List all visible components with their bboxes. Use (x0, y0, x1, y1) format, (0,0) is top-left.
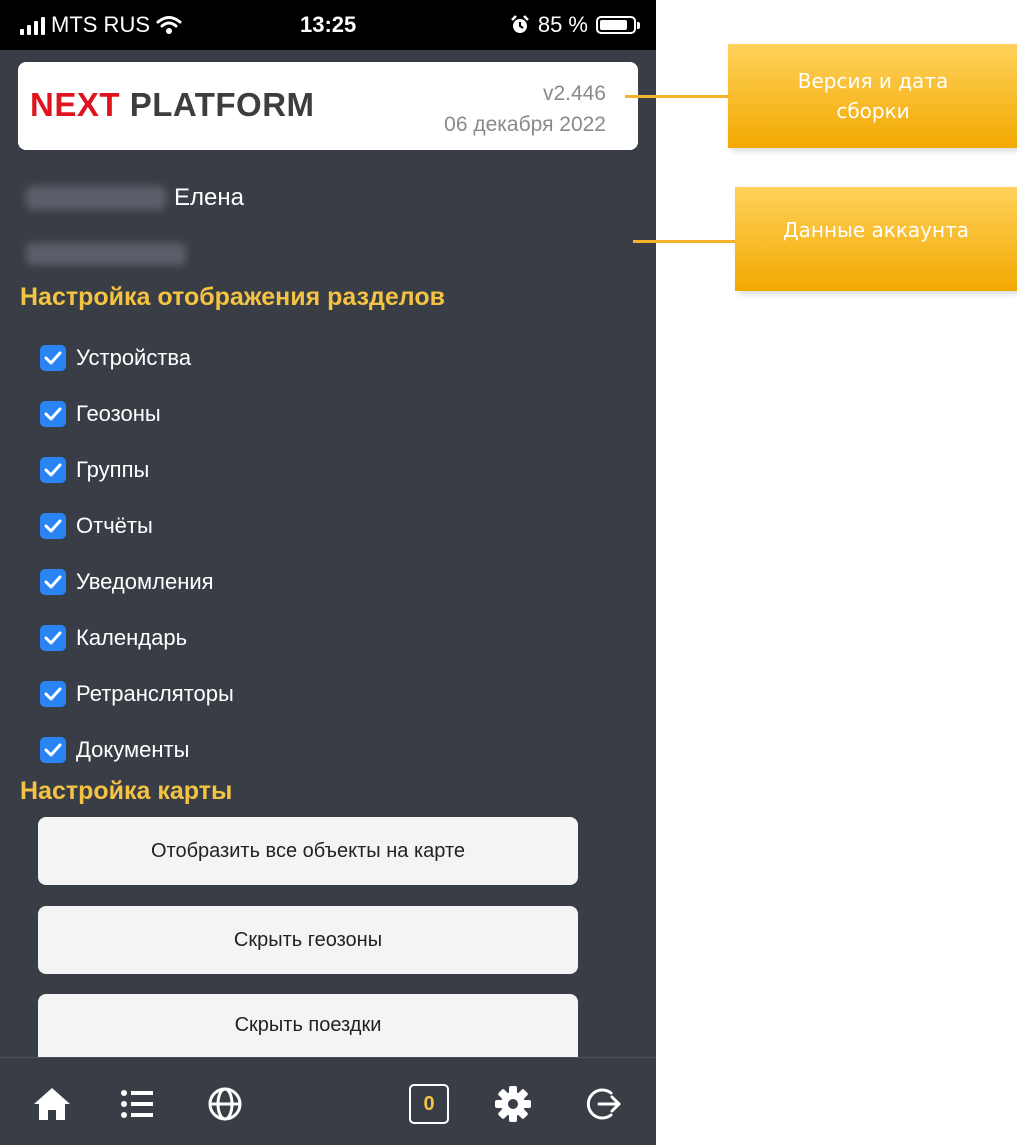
status-bar: MTS RUS 13:25 85 % (0, 0, 656, 50)
check-label: Группы (76, 457, 150, 482)
list-icon[interactable] (120, 1088, 154, 1120)
version-number: v2.446 (542, 82, 606, 105)
signal-icon (20, 15, 45, 35)
bottom-tab-bar (0, 1057, 656, 1145)
phone-screen: MTS RUS 13:25 85 % NEXT PLATFORM v2.446 … (0, 0, 656, 1145)
map-settings-title: Настройка карты (20, 777, 233, 805)
check-label: Отчёты (76, 513, 153, 538)
check-item-devices[interactable]: Устройства (40, 330, 234, 386)
check-item-groups[interactable]: Группы (40, 442, 234, 498)
check-label: Геозоны (76, 401, 161, 426)
app-header-card: NEXT PLATFORM v2.446 06 декабря 2022 (18, 62, 638, 150)
account-first-name: Елена (174, 184, 244, 211)
show-all-objects-button[interactable]: Отобразить все объекты на карте (38, 817, 578, 885)
check-item-reports[interactable]: Отчёты (40, 498, 234, 554)
hide-trips-button[interactable]: Скрыть поездки (38, 994, 578, 1057)
check-item-documents[interactable]: Документы (40, 722, 234, 778)
battery-percent: 85 % (537, 12, 588, 37)
check-label: Календарь (76, 625, 188, 650)
check-label: Ретрансляторы (76, 681, 234, 706)
account-surname-blurred (26, 186, 166, 210)
logo-next: NEXT (30, 86, 121, 123)
checkbox-checked-icon[interactable] (40, 345, 66, 371)
checkbox-checked-icon[interactable] (40, 737, 66, 763)
account-login-blurred (26, 243, 186, 265)
globe-icon[interactable] (207, 1086, 243, 1122)
check-item-geozones[interactable]: Геозоны (40, 386, 234, 442)
version-leader-line (625, 95, 728, 98)
alarm-icon (510, 15, 529, 33)
check-item-calendar[interactable]: Календарь (40, 610, 234, 666)
wifi-icon (156, 16, 182, 34)
checkbox-checked-icon[interactable] (40, 513, 66, 539)
account-callout-text: Данные аккаунта (783, 218, 969, 242)
version-callout: Версия и дата сборки (728, 44, 1017, 148)
home-icon[interactable] (32, 1086, 72, 1122)
carrier-name: MTS RUS (51, 12, 150, 37)
checkbox-checked-icon[interactable] (40, 457, 66, 483)
counter-badge[interactable]: 0 (409, 1084, 449, 1124)
battery-icon (596, 16, 640, 34)
status-left: MTS RUS (20, 12, 182, 38)
check-item-notifications[interactable]: Уведомления (40, 554, 234, 610)
app-logo: NEXT PLATFORM (30, 86, 315, 124)
gear-icon[interactable] (494, 1085, 532, 1123)
check-label: Документы (76, 737, 190, 762)
hide-geozones-button[interactable]: Скрыть геозоны (38, 906, 578, 974)
clock: 13:25 (300, 12, 357, 37)
sections-checklist: Устройства Геозоны Группы Отчёты Уведомл… (40, 330, 234, 778)
build-date: 06 декабря 2022 (444, 113, 606, 136)
checkbox-checked-icon[interactable] (40, 625, 66, 651)
sections-settings-title: Настройка отображения разделов (20, 283, 445, 311)
battery-fill (600, 20, 627, 30)
check-label: Уведомления (76, 569, 214, 594)
version-callout-text: Версия и дата сборки (797, 69, 949, 123)
logout-icon[interactable] (585, 1086, 623, 1122)
logo-platform: PLATFORM (129, 86, 315, 123)
checkbox-checked-icon[interactable] (40, 681, 66, 707)
version-info: v2.446 06 декабря 2022 (444, 78, 606, 140)
status-right: 85 % (510, 12, 640, 38)
checkbox-checked-icon[interactable] (40, 401, 66, 427)
account-callout: Данные аккаунта (735, 187, 1017, 291)
checkbox-checked-icon[interactable] (40, 569, 66, 595)
check-label: Устройства (76, 345, 192, 370)
check-item-retranslators[interactable]: Ретрансляторы (40, 666, 234, 722)
account-leader-line (633, 240, 735, 243)
